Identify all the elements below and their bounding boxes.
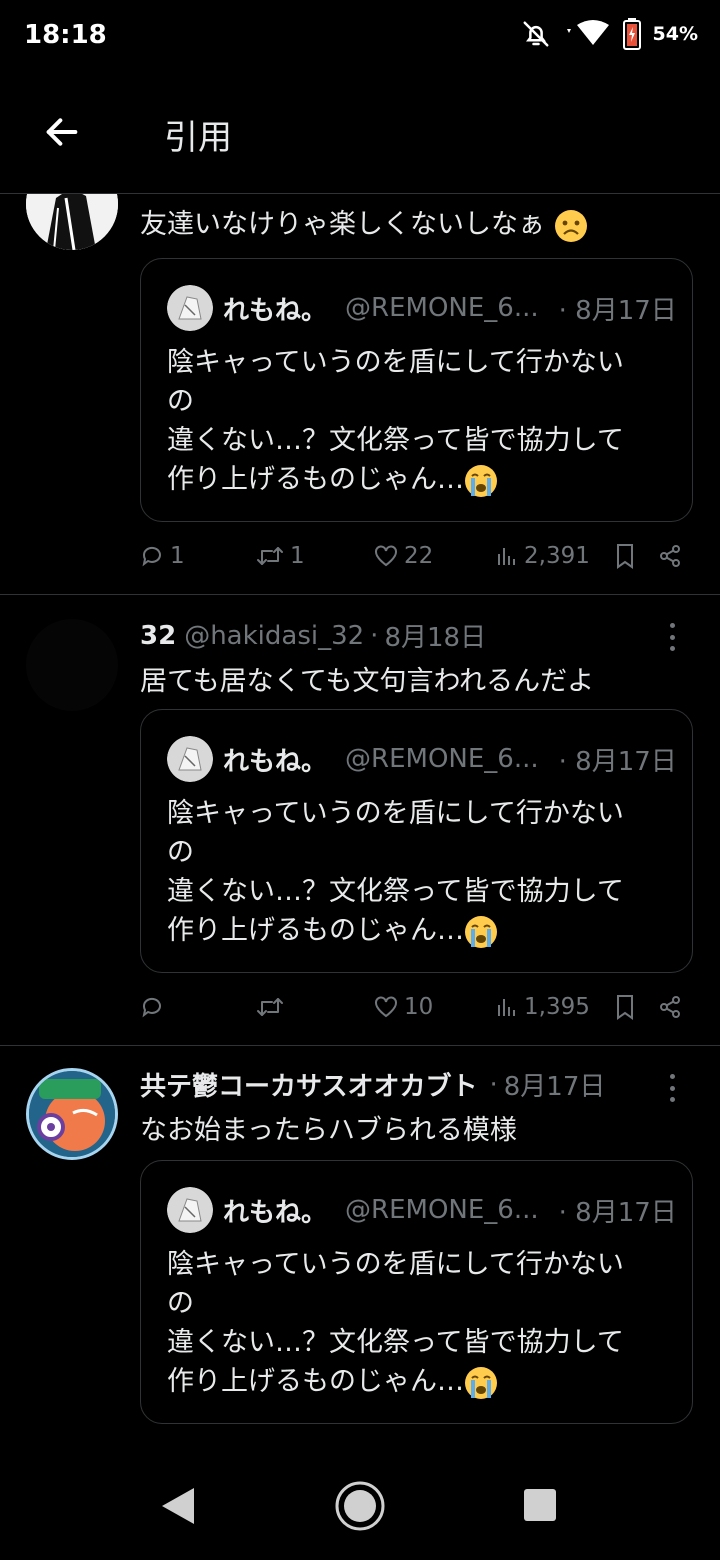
separator-dot: · — [489, 1069, 498, 1100]
wifi-icon — [566, 20, 609, 45]
quoted-name: れもね。 — [223, 746, 328, 777]
status-bar: 18:18 54% — [0, 0, 720, 70]
share-icon — [660, 996, 680, 1018]
quoted-handle: @REMONE_6... — [345, 293, 539, 323]
reply-button[interactable] — [140, 987, 170, 1027]
status-time: 18:18 — [24, 20, 107, 50]
like-icon — [375, 996, 397, 1018]
views-icon — [498, 548, 515, 565]
reply-button[interactable]: 1 — [140, 536, 185, 576]
reply-icon — [142, 546, 161, 567]
quoted-tweet-header: れもね。 @REMONE_6... · 8月17日 — [167, 1187, 677, 1233]
bookmark-button[interactable] — [614, 536, 636, 576]
tweet-text: 友達いなけりゃ楽しくないしなぁ — [140, 202, 690, 243]
quoted-date: · 8月17日 — [558, 1197, 677, 1228]
quoted-tweet-header: れもね。 @REMONE_6... · 8月17日 — [167, 736, 677, 782]
retweet-count: 1 — [290, 543, 305, 569]
tweet-actions: 1 1 22 2,391 — [140, 536, 690, 576]
quoted-date: · 8月17日 — [558, 746, 677, 777]
views-button[interactable]: 2,391 — [496, 536, 590, 576]
like-button[interactable]: 22 — [374, 536, 433, 576]
system-nav-bar — [0, 1450, 720, 1560]
views-count: 2,391 — [524, 543, 590, 569]
bookmark-icon — [617, 544, 633, 569]
nav-back-button[interactable] — [160, 1486, 196, 1530]
quoted-date: · 8月17日 — [558, 295, 677, 326]
more-button[interactable] — [660, 617, 684, 657]
share-icon — [660, 545, 680, 567]
avatar[interactable] — [26, 1068, 118, 1160]
avatar[interactable] — [26, 194, 118, 250]
bell-off-icon — [523, 21, 549, 47]
back-button[interactable] — [38, 108, 86, 156]
quoted-text: 陰キャっていうのを盾にして行かない の 違くない…？文化祭って皆で協力して 作り… — [167, 1245, 657, 1401]
avatar[interactable] — [26, 619, 118, 711]
tweet-text: なお始まったらハブられる模様 — [140, 1115, 517, 1146]
quoted-avatar — [167, 285, 213, 331]
separator-dot: · — [370, 620, 379, 651]
quoted-handle: @REMONE_6... — [345, 1195, 539, 1225]
bookmark-button[interactable] — [614, 987, 636, 1027]
quoted-avatar — [167, 1187, 213, 1233]
tweet-header: 32 @hakidasi_32 · 8月18日 — [140, 617, 690, 654]
quote-feed[interactable]: 友達いなけりゃ楽しくないしなぁ れもね。 @REMONE_6... · 8月17… — [0, 194, 720, 1450]
views-button[interactable]: 1,395 — [496, 987, 590, 1027]
nav-recents-button[interactable] — [523, 1488, 557, 1526]
quoted-tweet-card[interactable]: れもね。 @REMONE_6... · 8月17日 陰キャっていうのを盾にして行… — [140, 709, 693, 973]
quoted-name: れもね。 — [223, 1197, 328, 1228]
like-count: 10 — [404, 994, 434, 1020]
share-button[interactable] — [658, 536, 682, 576]
nav-recents-icon — [524, 1489, 556, 1521]
crying-face-icon — [465, 915, 497, 948]
battery-level: 54% — [652, 23, 698, 45]
frowning-face-icon — [554, 209, 587, 242]
crying-face-icon — [465, 464, 497, 497]
nav-back-icon — [162, 1488, 194, 1524]
like-icon — [375, 545, 397, 567]
retweet-icon — [257, 998, 283, 1016]
quoted-tweet-card[interactable]: れもね。 @REMONE_6... · 8月17日 陰キャっていうのを盾にして行… — [140, 1160, 693, 1424]
quoted-text: 陰キャっていうのを盾にして行かない の 違くない…？文化祭って皆で協力して 作り… — [167, 794, 657, 950]
nav-home-button[interactable] — [334, 1480, 386, 1536]
tweet-date[interactable]: 8月18日 — [384, 617, 486, 654]
quoted-text: 陰キャっていうのを盾にして行かない の 違くない…？文化祭って皆で協力して 作り… — [167, 343, 657, 499]
reply-count: 1 — [170, 543, 185, 569]
reply-icon — [142, 997, 161, 1018]
share-button[interactable] — [658, 987, 682, 1027]
tweet[interactable]: 友達いなけりゃ楽しくないしなぁ れもね。 @REMONE_6... · 8月17… — [0, 194, 720, 595]
tweet[interactable]: 共テ鬱コーカサスオオカブト · 8月17日 なお始まったらハブられる模様 れもね… — [0, 1046, 720, 1450]
tweet-date[interactable]: 8月17日 — [504, 1066, 606, 1103]
views-count: 1,395 — [524, 994, 590, 1020]
tweet-actions: 10 1,395 — [140, 987, 690, 1027]
tweet-text-content: 友達いなけりゃ楽しくないしなぁ — [140, 209, 545, 240]
page-title: 引用 — [164, 118, 232, 158]
views-icon — [498, 999, 515, 1016]
quoted-tweet-card[interactable]: れもね。 @REMONE_6... · 8月17日 陰キャっていうのを盾にして行… — [140, 258, 693, 522]
author-handle[interactable]: @hakidasi_32 — [184, 621, 364, 651]
quoted-avatar — [167, 736, 213, 782]
tweet-header: 共テ鬱コーカサスオオカブト · 8月17日 — [140, 1066, 690, 1103]
author-name[interactable]: 32 — [140, 621, 176, 651]
more-button[interactable] — [660, 1068, 684, 1108]
retweet-icon — [257, 547, 283, 565]
header: 引用 — [0, 70, 720, 194]
more-icon — [669, 1074, 675, 1079]
more-icon — [669, 623, 675, 628]
author-name[interactable]: 共テ鬱コーカサスオオカブト — [140, 1066, 477, 1103]
crying-face-icon — [465, 1366, 497, 1399]
like-count: 22 — [404, 543, 434, 569]
quoted-tweet-header: れもね。 @REMONE_6... · 8月17日 — [167, 285, 677, 331]
tweet[interactable]: 32 @hakidasi_32 · 8月18日 居ても居なくても文句言われるんだ… — [0, 595, 720, 1046]
quoted-name: れもね。 — [223, 295, 328, 326]
status-icons: 54% — [521, 18, 698, 50]
like-button[interactable]: 10 — [374, 987, 433, 1027]
back-arrow-icon — [46, 118, 78, 146]
nav-home-icon — [335, 1481, 385, 1531]
bookmark-icon — [617, 995, 633, 1020]
battery-icon — [622, 18, 641, 50]
quoted-handle: @REMONE_6... — [345, 744, 539, 774]
retweet-button[interactable]: 1 — [256, 536, 305, 576]
tweet-text: 居ても居なくても文句言われるんだよ — [140, 666, 595, 697]
retweet-button[interactable] — [256, 987, 290, 1027]
